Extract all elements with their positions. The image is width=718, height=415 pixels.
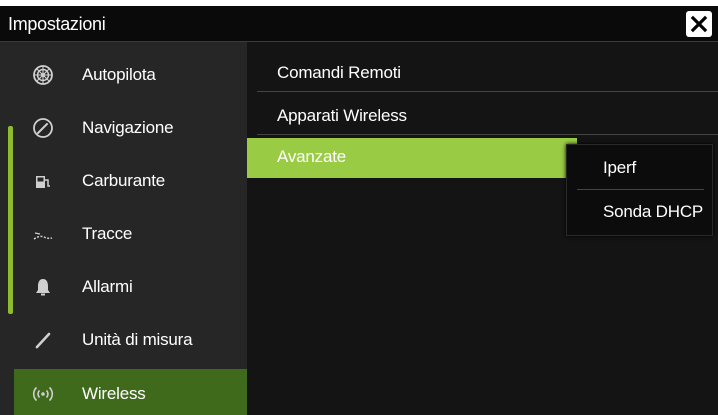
sidebar-item-allarmi[interactable]: Allarmi	[14, 262, 247, 315]
close-button[interactable]	[686, 11, 712, 37]
menu-item-comandi-remoti[interactable]: Comandi Remoti	[247, 54, 718, 92]
sidebar-item-navigazione[interactable]: Navigazione	[14, 103, 247, 156]
advanced-submenu: Iperf Sonda DHCP	[566, 144, 713, 236]
compass-icon	[33, 118, 53, 138]
settings-window: Impostazioni Autopilota Navigazione Carb…	[0, 6, 718, 415]
wireless-icon	[32, 386, 54, 402]
sidebar-item-label: Unità di misura	[82, 330, 193, 349]
menu-item-avanzate[interactable]: Avanzate	[247, 138, 577, 178]
sidebar-item-label: Navigazione	[82, 118, 174, 137]
sidebar-item-label: Allarmi	[82, 277, 133, 296]
window-title: Impostazioni	[8, 14, 106, 34]
submenu-item-label: Sonda DHCP	[603, 202, 704, 221]
sidebar-item-label: Tracce	[82, 224, 133, 243]
submenu-item-iperf[interactable]: Iperf	[567, 146, 712, 190]
sidebar-scrollbar[interactable]	[8, 126, 13, 314]
divider	[257, 91, 718, 92]
sidebar-item-autopilota[interactable]: Autopilota	[14, 50, 247, 103]
menu-item-label: Comandi Remoti	[277, 63, 401, 82]
sidebar-item-tracce[interactable]: Tracce	[14, 209, 247, 262]
sidebar-item-carburante[interactable]: Carburante	[14, 156, 247, 209]
menu-item-label: Apparati Wireless	[277, 106, 407, 125]
ruler-pen-icon	[35, 332, 51, 349]
close-x-icon	[690, 15, 708, 33]
bell-icon	[36, 279, 50, 296]
fuel-pump-icon	[36, 176, 50, 188]
title-bar: Impostazioni	[0, 6, 718, 42]
sidebar-item-label: Carburante	[82, 171, 166, 190]
menu-item-label: Avanzate	[277, 147, 346, 166]
sidebar-item-label: Wireless	[82, 384, 146, 403]
divider	[257, 134, 718, 135]
submenu-item-sonda-dhcp[interactable]: Sonda DHCP	[567, 190, 712, 234]
sidebar-item-label: Autopilota	[82, 65, 156, 84]
sidebar-item-unita-di-misura[interactable]: Unità di misura	[14, 315, 247, 368]
settings-sidebar: Autopilota Navigazione Carburante Tracce	[0, 42, 247, 415]
track-icon	[33, 232, 53, 240]
submenu-item-label: Iperf	[603, 158, 637, 177]
steering-wheel-icon	[33, 65, 53, 85]
sidebar-item-wireless[interactable]: Wireless	[14, 369, 247, 415]
menu-item-apparati-wireless[interactable]: Apparati Wireless	[247, 97, 718, 135]
